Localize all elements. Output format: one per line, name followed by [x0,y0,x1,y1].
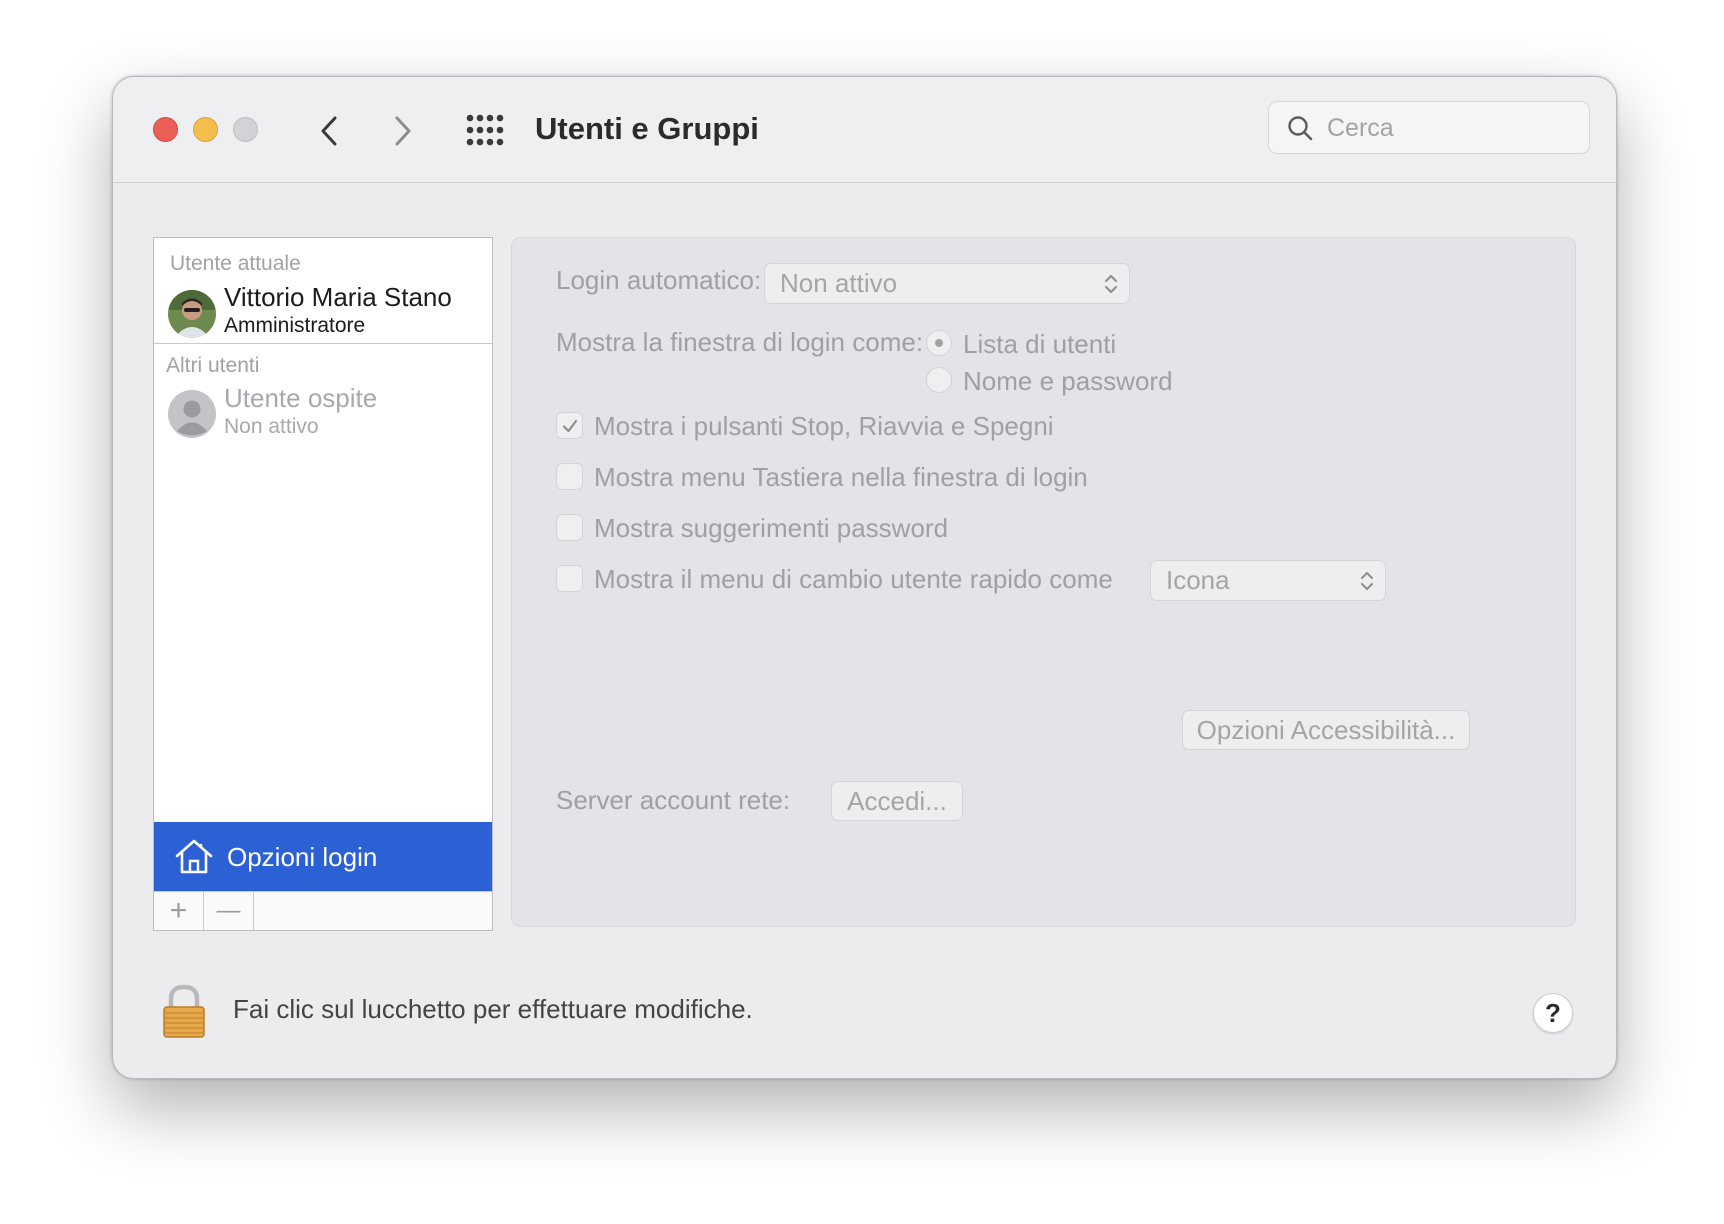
checkbox[interactable] [556,463,583,490]
add-user-button[interactable]: + [154,892,204,930]
updown-chevron-icon [1105,275,1117,293]
lock-icon[interactable] [161,983,207,1039]
auto-login-value: Non attivo [780,268,898,298]
window-title: Utenti e Gruppi [535,111,759,146]
close-button[interactable] [153,117,178,142]
grid-icon [466,114,504,146]
checkmark-icon [562,419,578,433]
fast-switch-popup[interactable]: Icona [1150,560,1386,601]
show-all-button[interactable] [465,113,505,147]
zoom-button[interactable] [233,117,258,142]
search-input[interactable] [1327,110,1577,146]
checkbox[interactable] [556,565,583,592]
checkbox-label: Mostra suggerimenti password [594,513,949,543]
checkbox-label: Mostra il menu di cambio utente rapido c… [594,564,1113,594]
other-users-header: Altri utenti [166,354,260,377]
radio-button[interactable] [926,367,952,393]
current-user-name: Vittorio Maria Stano [224,282,452,312]
join-button[interactable]: Accedi... [831,781,963,821]
forward-chevron-icon [395,116,411,146]
guest-avatar-icon [168,390,216,438]
checkbox[interactable] [556,412,583,439]
section-divider [154,343,492,344]
login-options-panel: Login automatico: Non attivo Mostra la f… [511,237,1576,927]
users-sidebar: Utente attuale Vittorio Maria Stano Ammi… [153,237,493,931]
network-server-label: Server account rete: [556,785,791,815]
house-icon [175,839,213,874]
radio-button[interactable] [926,330,952,356]
login-options-label: Opzioni login [227,842,378,872]
checkbox-label: Mostra i pulsanti Stop, Riavvia e Spegni [594,411,1054,441]
checkbox-label: Mostra menu Tastiera nella finestra di l… [594,462,1088,492]
search-field[interactable] [1268,101,1590,154]
preferences-window: Utenti e Gruppi Utente attuale [112,76,1617,1079]
guest-user-name: Utente ospite [224,383,378,413]
auto-login-label: Login automatico: [556,265,762,295]
help-button[interactable]: ? [1533,993,1573,1033]
forward-button[interactable] [383,111,423,151]
lock-hint-text: Fai clic sul lucchetto per effettuare mo… [233,994,753,1024]
search-icon [1288,116,1313,141]
auto-login-popup[interactable]: Non attivo [764,263,1130,304]
back-button[interactable] [309,111,349,151]
current-user-role: Amministratore [224,314,366,337]
current-user-header: Utente attuale [170,252,301,275]
back-chevron-icon [321,116,337,146]
login-window-label: Mostra la finestra di login come: [556,327,924,357]
checkbox[interactable] [556,514,583,541]
radio-label: Nome e password [963,366,1173,396]
accessibility-options-button[interactable]: Opzioni Accessibilità... [1182,710,1470,750]
radio-label: Lista di utenti [963,329,1117,359]
avatar [168,290,216,338]
sidebar-toolbar: + — [154,891,492,930]
remove-user-button[interactable]: — [204,892,254,930]
title-bar: Utenti e Gruppi [113,77,1616,183]
minimize-button[interactable] [193,117,218,142]
updown-chevron-icon [1361,572,1373,590]
fast-switch-value: Icona [1166,565,1230,595]
login-options-item[interactable]: Opzioni login [154,822,492,891]
guest-user-status: Non attivo [224,415,319,438]
